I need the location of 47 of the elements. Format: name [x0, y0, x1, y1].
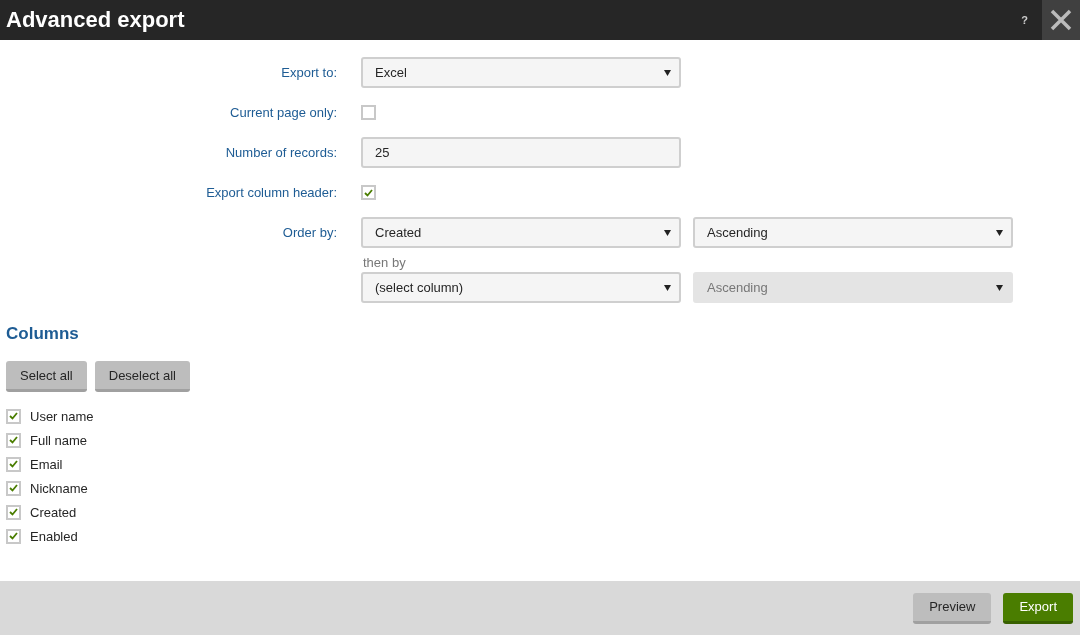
- checkbox[interactable]: [6, 480, 21, 496]
- checkbox[interactable]: [6, 504, 21, 520]
- preview-button[interactable]: Preview: [913, 592, 992, 624]
- field-label: Current page only:: [229, 105, 338, 120]
- input-field[interactable]: 25: [361, 137, 681, 168]
- caret-icon: [664, 229, 671, 236]
- export-button[interactable]: Export: [1003, 592, 1073, 624]
- checkbox[interactable]: [6, 432, 21, 448]
- close-icon: [1050, 9, 1072, 31]
- checkbox[interactable]: [6, 528, 21, 544]
- check-icon: [364, 188, 373, 197]
- dropdown: Ascending: [693, 272, 1013, 303]
- column-label: Email: [30, 456, 63, 472]
- field-label: Export to:: [280, 65, 338, 80]
- help-button[interactable]: ?: [1021, 14, 1028, 26]
- checkbox[interactable]: [6, 408, 21, 424]
- then-by-label: then by: [363, 255, 407, 270]
- check-icon: [9, 484, 18, 492]
- check-icon: [9, 460, 18, 468]
- dropdown[interactable]: Ascending: [693, 217, 1013, 248]
- dropdown[interactable]: Excel: [361, 57, 681, 88]
- check-icon: [9, 436, 18, 444]
- caret-icon: [664, 284, 671, 291]
- checkbox[interactable]: [6, 456, 21, 472]
- column-label: Enabled: [30, 528, 78, 544]
- dropdown[interactable]: (select column): [361, 272, 681, 303]
- close-button[interactable]: [1042, 0, 1080, 40]
- field-label: Number of records:: [224, 145, 338, 160]
- dropdown[interactable]: Created: [361, 217, 681, 248]
- section-heading: Columns: [6, 324, 80, 344]
- window-title: Advanced export: [5, 7, 186, 33]
- field-label: Export column header:: [205, 185, 338, 200]
- caret-icon: [664, 69, 671, 76]
- column-label: Created: [30, 504, 77, 520]
- column-label: Nickname: [30, 480, 88, 496]
- check-icon: [9, 508, 18, 516]
- check-icon: [9, 412, 18, 420]
- checkbox[interactable]: [361, 185, 376, 200]
- column-label: Full name: [30, 432, 88, 448]
- caret-icon: [996, 284, 1003, 291]
- caret-icon: [996, 229, 1003, 236]
- field-label: Order by:: [281, 225, 338, 240]
- check-icon: [9, 532, 18, 540]
- select-button[interactable]: Deselect all: [94, 361, 190, 392]
- column-label: User name: [30, 408, 94, 424]
- select-button[interactable]: Select all: [6, 361, 87, 392]
- checkbox[interactable]: [361, 105, 376, 120]
